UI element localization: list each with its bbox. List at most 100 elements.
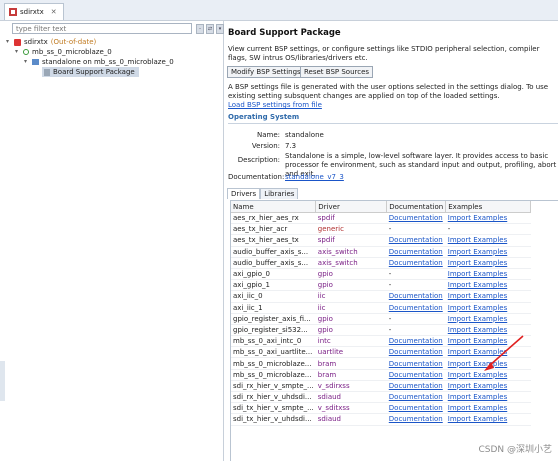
cell-documentation[interactable]: Documentation [386,369,446,381]
column-header-examples[interactable]: Examples [445,201,532,213]
load-settings-link[interactable]: Load BSP settings from file [228,101,322,109]
cell-examples[interactable]: Import Examples [445,257,531,269]
cell-examples[interactable]: Import Examples [445,357,531,370]
cell-documentation[interactable]: Documentation [386,413,446,426]
cell-name: axi_iic_0 [231,290,316,303]
column-header-driver[interactable]: Driver [315,201,388,213]
cell-documentation[interactable]: Documentation [386,346,446,359]
collapse-all-icon[interactable]: - [196,24,204,34]
filter-icon[interactable]: ▾ [216,24,224,34]
cell-name: gpio_register_axis_fi... [231,313,316,325]
cell-examples[interactable]: Import Examples [445,268,531,281]
table-row[interactable]: audio_buffer_axis_s... axis_switch Documen… [231,257,531,269]
tree-node-platform[interactable]: ▾ mb_ss_0_microblaze_0 [6,47,174,57]
cell-examples[interactable]: Import Examples [445,346,531,359]
cell-examples[interactable]: Import Examples [445,313,531,325]
os-name: standalone [285,131,324,139]
cell-driver: gpio [315,279,387,292]
bsp-editor: Board Support Package View current BSP s… [224,21,558,461]
cell-documentation[interactable]: Documentation [386,246,446,258]
link-editor-icon[interactable]: ⇄ [206,24,214,34]
cell-driver: sdiaud [315,413,387,426]
cell-documentation[interactable]: Documentation [386,402,446,415]
cell-documentation[interactable]: Documentation [386,302,446,314]
cell-driver: uartlite [315,346,387,359]
cell-documentation[interactable]: Documentation [386,257,446,269]
tree-label: Board Support Package [53,68,135,76]
watermark: CSDN @深圳小艺 [478,445,552,455]
table-row[interactable]: sdi_tx_hier_v_smpte_... v_sditxss Document… [231,402,531,415]
cell-examples[interactable]: Import Examples [445,279,531,292]
documentation-link[interactable]: standalone_v7_3 [285,173,557,182]
cell-examples[interactable]: Import Examples [445,335,531,348]
cell-documentation[interactable]: Documentation [386,380,446,393]
cell-documentation: - [386,223,446,236]
cell-documentation[interactable]: Documentation [386,391,446,404]
cell-examples[interactable]: Import Examples [445,246,531,258]
cell-name: gpio_register_si532... [231,324,316,337]
cell-name: mb_ss_0_microblaze... [231,369,316,381]
table-row[interactable]: sdi_tx_hier_v_uhdsdi... sdiaud Documentati… [231,413,531,426]
table-row[interactable]: sdi_rx_hier_v_uhdsdi... sdiaud Documentati… [231,391,531,404]
table-row[interactable]: gpio_register_si532... gpio - Import Exampl… [231,324,531,337]
selected-item[interactable]: Board Support Package [42,67,139,77]
subtab-bar: Drivers Libraries [227,188,299,199]
reset-bsp-button[interactable]: Reset BSP Sources [300,66,374,78]
cell-driver: bram [315,357,387,370]
cell-examples[interactable]: Import Examples [445,402,531,415]
table-row[interactable]: gpio_register_axis_fi... gpio - Import Exam… [231,313,531,325]
cell-documentation: - [386,268,446,281]
tab-libraries[interactable]: Libraries [260,188,299,199]
cell-examples[interactable]: Import Examples [445,302,531,314]
cell-examples[interactable]: Import Examples [445,290,531,303]
cell-examples[interactable]: Import Examples [445,413,531,426]
cell-examples[interactable]: Import Examples [445,391,531,404]
documentation-label: Documentation: [228,173,285,181]
cell-name: axi_gpio_1 [231,279,316,292]
table-row[interactable]: audio_buffer_axis_s... axis_switch Documen… [231,246,531,258]
cell-examples[interactable]: Import Examples [445,369,531,381]
column-header-name[interactable]: Name [231,201,317,213]
table-row[interactable]: aes_tx_hier_acr generic - - [231,223,531,236]
cell-name: axi_gpio_0 [231,268,316,281]
cell-documentation: - [386,313,446,325]
close-icon[interactable]: ✕ [51,8,57,16]
table-row[interactable]: axi_gpio_1 gpio - Import Examples [231,279,531,292]
cell-driver: intc [315,335,387,348]
cell-name: sdi_tx_hier_v_uhdsdi... [231,413,316,426]
cell-examples[interactable]: Import Examples [445,324,531,337]
expand-icon[interactable]: ▾ [15,47,20,57]
cell-documentation[interactable]: Documentation [386,335,446,348]
expand-icon[interactable]: ▾ [6,37,11,47]
tab-drivers[interactable]: Drivers [227,188,261,199]
table-row[interactable]: mb_ss_0_axi_intc_0 intc Documentation Impor… [231,335,531,348]
cell-documentation[interactable]: Documentation [386,212,446,225]
processor-icon [23,49,29,55]
tab-sdirxtx[interactable]: sdirxtx ✕ [4,3,64,20]
table-row[interactable]: axi_iic_1 iic Documentation Import Examples [231,302,531,314]
table-row[interactable]: aes_rx_hier_aes_rx spdif Documentation Impo… [231,212,531,225]
table-row[interactable]: sdi_rx_hier_v_smpte_... v_sdirxss Document… [231,380,531,393]
filter-input[interactable] [12,23,192,34]
expand-icon[interactable]: ▾ [24,57,29,67]
cell-documentation[interactable]: Documentation [386,357,446,370]
table-row[interactable]: axi_gpio_0 gpio - Import Examples [231,268,531,281]
modify-bsp-button[interactable]: Modify BSP Settings... [227,66,312,78]
tree-node-domain[interactable]: ▾ standalone on mb_ss_0_microblaze_0 [6,57,174,67]
table-row[interactable]: aes_tx_hier_aes_tx spdif Documentation Impo… [231,234,531,247]
domain-icon [32,59,39,65]
cell-documentation[interactable]: Documentation [386,290,446,303]
cell-name: axi_iic_1 [231,302,316,314]
drivers-table: Name Driver Documentation Examples aes_r… [231,201,532,426]
cell-examples[interactable]: Import Examples [445,212,531,225]
tree-node-project[interactable]: ▾ sdirxtx (Out-of-date) [6,37,174,47]
table-row[interactable]: mb_ss_0_microblaze... bram Documentation Im… [231,369,531,381]
table-row[interactable]: mb_ss_0_microblaze... bram Documentation Im… [231,357,531,370]
table-row[interactable]: axi_iic_0 iic Documentation Import Examples [231,290,531,303]
table-row[interactable]: mb_ss_0_axi_uartlite... uartlite Documenta… [231,346,531,359]
column-header-documentation[interactable]: Documentation [386,201,447,213]
cell-examples[interactable]: Import Examples [445,234,531,247]
cell-documentation[interactable]: Documentation [386,234,446,247]
tree-node-bsp[interactable]: Board Support Package [6,67,174,77]
cell-examples[interactable]: Import Examples [445,380,531,393]
